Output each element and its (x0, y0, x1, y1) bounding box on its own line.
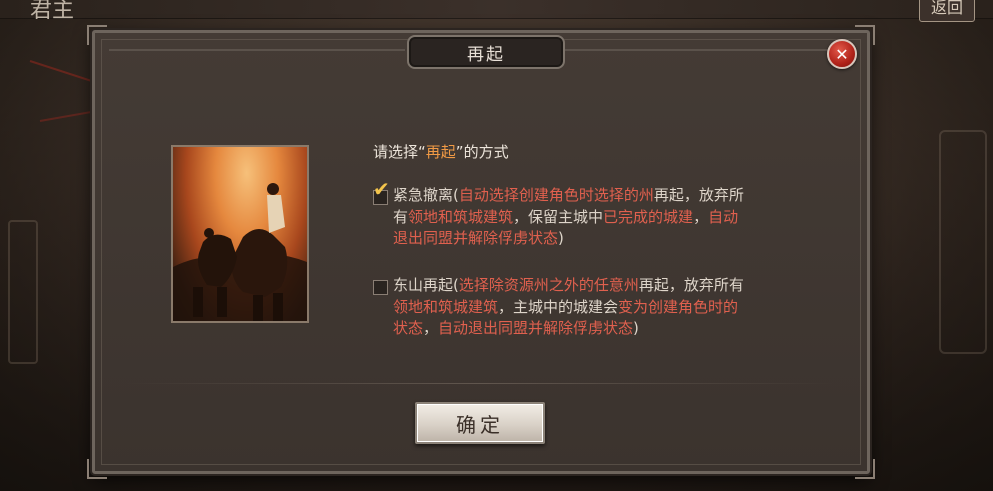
prompt-text: 请选择“再起”的方式 (373, 141, 509, 162)
option-text: ， (693, 207, 709, 226)
option-text: ) (633, 319, 639, 337)
background-ornament (939, 130, 987, 354)
option-text-red: 自动选择创建角色时选择的州 (458, 186, 654, 204)
background-ornament (8, 220, 38, 364)
prompt-prefix: 请选择“ (373, 143, 426, 161)
close-x-icon: ✕ (835, 44, 849, 64)
prompt-highlight: 再起 (425, 143, 456, 161)
corner-ornament (855, 459, 875, 479)
option-emergency-evacuation[interactable]: ✔ 紧急撤离(自动选择创建角色时选择的州再起，放弃所有领地和筑城建筑，保留主城中… (373, 178, 745, 250)
option-comeback[interactable]: 东山再起(选择除资源州之外的任意州再起，放弃所有领地和筑城建筑，主城中的城建会变… (373, 275, 745, 340)
option-description: 东山再起(选择除资源州之外的任意州再起，放弃所有领地和筑城建筑，主城中的城建会变… (393, 275, 745, 340)
checkbox-comeback[interactable] (373, 280, 388, 295)
option-text: 紧急撤离( (393, 186, 459, 204)
title-divider (565, 49, 835, 51)
close-button[interactable]: ✕ (827, 39, 857, 69)
option-text: 东山再起( (393, 276, 459, 294)
option-text-red: 已完成的城建 (603, 207, 694, 226)
title-divider (109, 49, 405, 51)
prompt-suffix: ”的方式 (455, 143, 509, 161)
rebirth-dialog: 再起 ✕ 请选择“再起”的方式 ✔ 紧急撤离(自动选择创建角色时选择的州再起，放… (87, 25, 875, 479)
option-text: ) (558, 229, 564, 247)
dialog-title: 再起 (407, 35, 565, 69)
corner-ornament (87, 25, 107, 45)
option-text: ， (423, 319, 439, 337)
option-text-red: 领地和筑城建筑 (408, 207, 514, 226)
background-title: 君主 (30, 0, 75, 23)
corner-ornament (87, 459, 107, 479)
option-text-red: 自动退出同盟并解除俘虏状态 (438, 319, 634, 337)
option-text: ，主城中的城建会 (498, 297, 619, 316)
top-bar (0, 0, 993, 19)
footer-divider (125, 383, 835, 384)
option-text: 再起，放弃所有 (638, 276, 744, 294)
option-text-red: 领地和筑城建筑 (393, 297, 499, 316)
option-description: 紧急撤离(自动选择创建角色时选择的州再起，放弃所有领地和筑城建筑，保留主城中已完… (393, 185, 745, 250)
corner-ornament (855, 25, 875, 45)
rebirth-illustration (171, 145, 309, 323)
back-button[interactable]: 返回 (919, 0, 975, 22)
horsemen-silhouette-icon (173, 183, 307, 321)
option-text-red: 选择除资源州之外的任意州 (458, 276, 639, 294)
confirm-button[interactable]: 确定 (415, 402, 545, 444)
checkmark-icon: ✔ (373, 177, 390, 201)
option-text: ，保留主城中 (513, 207, 604, 226)
